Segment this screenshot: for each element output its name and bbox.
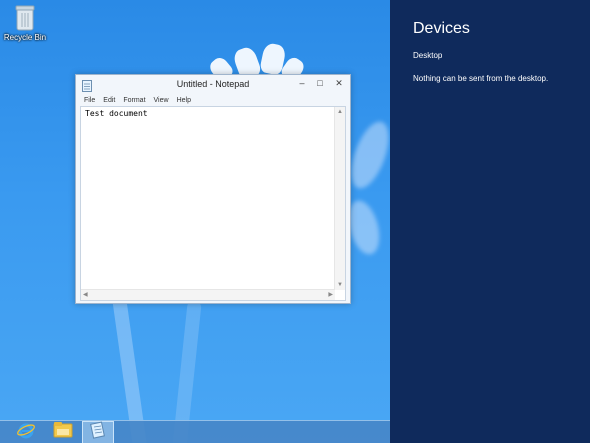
minimize-button[interactable]: – [293, 75, 311, 91]
menu-format[interactable]: Format [123, 97, 145, 104]
vertical-scrollbar[interactable]: ▲ ▼ [334, 107, 345, 290]
internet-explorer-button[interactable] [10, 421, 42, 443]
document-text: Test document [85, 109, 148, 118]
scroll-left-arrow-icon[interactable]: ◀ [83, 291, 88, 299]
scroll-down-arrow-icon[interactable]: ▼ [337, 281, 343, 289]
menu-file[interactable]: File [84, 97, 95, 104]
notepad-icon [90, 421, 106, 443]
screen: Recycle Bin Untitled - Notepad – □ ✕ Fil… [0, 0, 590, 443]
file-explorer-icon [53, 421, 73, 443]
notepad-titlebar[interactable]: Untitled - Notepad – □ ✕ [76, 75, 350, 95]
menu-edit[interactable]: Edit [103, 97, 115, 104]
desktop[interactable]: Recycle Bin Untitled - Notepad – □ ✕ Fil… [0, 0, 390, 443]
notepad-menubar: File Edit Format View Help [76, 95, 350, 106]
menu-help[interactable]: Help [177, 97, 191, 104]
close-button[interactable]: ✕ [329, 75, 349, 91]
charm-message: Nothing can be sent from the desktop. [413, 74, 549, 83]
scroll-up-arrow-icon[interactable]: ▲ [337, 108, 343, 116]
file-explorer-button[interactable] [47, 421, 79, 443]
recycle-bin[interactable]: Recycle Bin [3, 4, 47, 42]
scroll-right-arrow-icon[interactable]: ▶ [328, 291, 333, 299]
charm-subtitle: Desktop [413, 51, 443, 60]
notepad-taskbar-button[interactable] [82, 421, 114, 443]
recycle-bin-icon [14, 4, 36, 32]
recycle-bin-label: Recycle Bin [3, 33, 47, 42]
taskbar [0, 420, 390, 443]
devices-charm-pane: Devices Desktop Nothing can be sent from… [390, 0, 590, 443]
maximize-button[interactable]: □ [311, 75, 329, 91]
charm-title: Devices [413, 20, 470, 37]
menu-view[interactable]: View [154, 97, 169, 104]
horizontal-scrollbar[interactable]: ◀ ▶ [81, 289, 335, 300]
notepad-text-area[interactable]: Test document ▲ ▼ ◀ ▶ [80, 106, 346, 301]
notepad-window[interactable]: Untitled - Notepad – □ ✕ File Edit Forma… [75, 74, 351, 304]
internet-explorer-icon [16, 420, 36, 443]
